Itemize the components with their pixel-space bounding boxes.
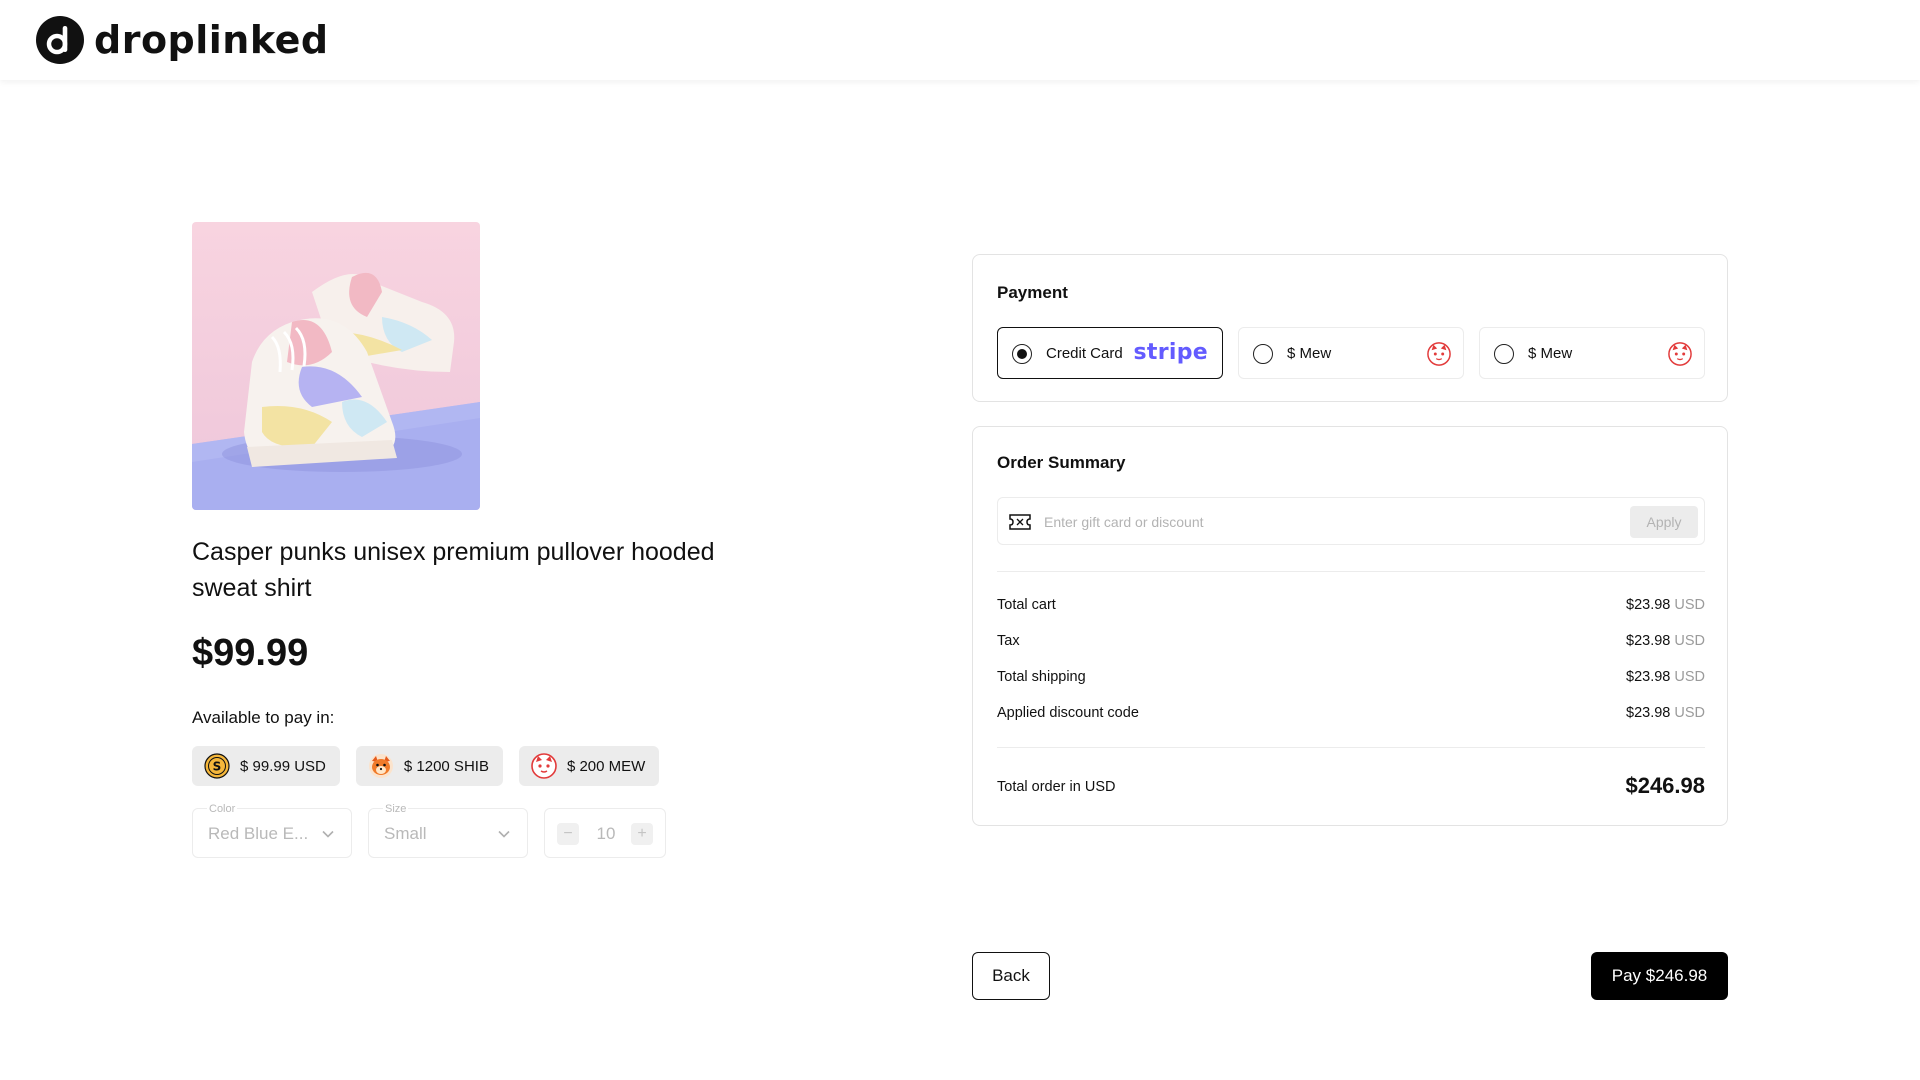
quantity-increase-button[interactable]: + bbox=[631, 823, 653, 845]
size-select-value: Small bbox=[384, 824, 427, 843]
stripe-logo: stripe bbox=[1133, 340, 1208, 365]
summary-row-value: $23.98 USD bbox=[1626, 633, 1705, 649]
currency-chip-label: $ 99.99 USD bbox=[240, 757, 326, 775]
payment-option-label: $ Mew bbox=[1528, 345, 1573, 362]
order-summary-card: Order Summary Apply Total cart $23.98USD… bbox=[972, 426, 1728, 826]
payment-option-label: $ Mew bbox=[1287, 345, 1332, 362]
pay-button[interactable]: Pay $246.98 bbox=[1591, 952, 1728, 1000]
mew-icon bbox=[531, 753, 557, 779]
summary-divider bbox=[997, 571, 1705, 572]
radio-unselected-icon[interactable] bbox=[1494, 344, 1514, 364]
payment-option-label: Credit Card bbox=[1046, 345, 1123, 362]
currency-chip-list: S $ 99.99 USD $ 1200 SHIB $ 200 MEW bbox=[192, 746, 660, 786]
currency-chip-label: $ 1200 SHIB bbox=[403, 757, 489, 775]
summary-row-currency: USD bbox=[1674, 705, 1705, 721]
summary-row-amount: $23.98 bbox=[1626, 597, 1671, 613]
summary-row-label: Applied discount code bbox=[997, 705, 1139, 721]
product-price: $99.99 bbox=[192, 632, 309, 674]
mew-icon bbox=[1427, 342, 1451, 366]
discount-field: Apply bbox=[997, 497, 1705, 545]
radio-selected-icon[interactable] bbox=[1012, 344, 1032, 364]
mew-icon bbox=[1668, 342, 1692, 366]
svg-text:S: S bbox=[213, 760, 222, 774]
shib-icon bbox=[368, 754, 393, 778]
payment-title: Payment bbox=[997, 283, 1068, 302]
summary-row-discount: Applied discount code $23.98 USD bbox=[997, 705, 1705, 725]
currency-chip-usd: S $ 99.99 USD bbox=[192, 746, 340, 786]
summary-row-value: $23.98 USD bbox=[1626, 705, 1705, 721]
summary-row-currency: USD bbox=[1674, 633, 1705, 649]
summary-row-label: Total cart bbox=[997, 597, 1056, 613]
currency-chip-mew: $ 200 MEW bbox=[518, 746, 660, 786]
summary-row-total-shipping: Total shipping $23.98 USD bbox=[997, 669, 1705, 689]
summary-divider bbox=[997, 747, 1705, 748]
summary-row-label: Total shipping bbox=[997, 669, 1086, 685]
payment-option-credit-card[interactable]: Credit Card stripe bbox=[997, 327, 1223, 379]
payment-option-mew[interactable]: $ Mew bbox=[1238, 327, 1464, 379]
brand-logo[interactable]: droplinked bbox=[36, 16, 329, 64]
droplinked-logo-icon bbox=[36, 16, 84, 64]
payment-option-mew-2[interactable]: $ Mew bbox=[1479, 327, 1705, 379]
color-select-value: Red Blue E... bbox=[208, 824, 309, 843]
product-title: Casper punks unisex premium pullover hoo… bbox=[192, 538, 715, 602]
color-select[interactable]: Color Red Blue E... bbox=[192, 803, 352, 858]
summary-row-tax: Tax $23.98 USD bbox=[997, 633, 1705, 653]
summary-row-amount: $23.98 bbox=[1626, 633, 1671, 649]
summary-total-row: Total order in USD $246.98 bbox=[973, 773, 1729, 803]
summary-row-amount: $23.98 bbox=[1626, 669, 1671, 685]
quantity-decrease-button[interactable]: − bbox=[557, 823, 579, 845]
usd-coin-icon: S bbox=[204, 753, 230, 779]
size-select[interactable]: Size Small bbox=[368, 803, 528, 858]
back-button[interactable]: Back bbox=[972, 952, 1050, 1000]
color-select-legend: Color bbox=[207, 803, 238, 815]
summary-row-amount: $23.98 bbox=[1626, 705, 1671, 721]
total-value: $246.98 bbox=[1625, 773, 1705, 798]
top-header: droplinked bbox=[0, 0, 1920, 80]
radio-unselected-icon[interactable] bbox=[1253, 344, 1273, 364]
summary-row-currency: USD bbox=[1674, 669, 1705, 685]
available-pay-in-label: Available to pay in: bbox=[192, 708, 335, 727]
summary-row-total-cart: Total cart $23.98 USD bbox=[997, 597, 1705, 617]
total-label: Total order in USD bbox=[997, 779, 1116, 795]
apply-discount-button[interactable]: Apply bbox=[1630, 506, 1698, 538]
quantity-stepper: − 10 + bbox=[544, 808, 666, 858]
summary-row-currency: USD bbox=[1674, 597, 1705, 613]
summary-row-label: Tax bbox=[997, 633, 1020, 649]
currency-chip-shib: $ 1200 SHIB bbox=[355, 746, 503, 786]
size-select-legend: Size bbox=[383, 803, 409, 815]
chevron-down-icon bbox=[498, 830, 510, 838]
ticket-icon bbox=[1009, 514, 1031, 530]
summary-row-value: $23.98 USD bbox=[1626, 669, 1705, 685]
currency-chip-label: $ 200 MEW bbox=[566, 757, 646, 775]
payment-card: Payment Credit Card stripe $ Mew $ Mew bbox=[972, 254, 1728, 402]
brand-name: droplinked bbox=[94, 18, 329, 62]
quantity-value: 10 bbox=[596, 824, 616, 843]
product-image bbox=[192, 222, 480, 510]
summary-row-value: $23.98 USD bbox=[1626, 597, 1705, 613]
order-summary-title: Order Summary bbox=[997, 453, 1126, 472]
discount-input[interactable] bbox=[1044, 508, 1604, 536]
chevron-down-icon bbox=[322, 830, 334, 838]
